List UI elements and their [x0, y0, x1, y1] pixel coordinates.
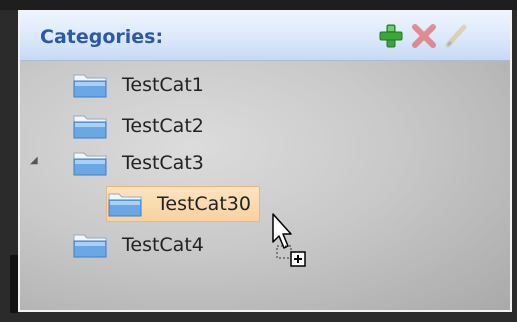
panel-title: Categories:: [40, 26, 164, 48]
tree-item-selected[interactable]: TestCat30: [106, 186, 260, 222]
folder-icon: [73, 115, 107, 139]
tree-item-label: TestCat30: [157, 193, 251, 215]
plus-icon: [379, 24, 403, 48]
delete-category-button[interactable]: [409, 20, 439, 52]
tree-item[interactable]: TestCat3: [72, 146, 204, 180]
folder-icon: [108, 193, 142, 217]
tree-item[interactable]: TestCat1: [72, 68, 204, 102]
tree-item-label: TestCat3: [122, 152, 204, 174]
expand-toggle-icon[interactable]: ◢: [30, 155, 38, 166]
frame-top-edge: [0, 0, 517, 10]
tree-item-label: TestCat1: [122, 74, 204, 96]
x-icon: [412, 24, 436, 48]
pencil-icon: [445, 24, 467, 48]
drag-copy-cursor-icon: [272, 213, 306, 267]
folder-icon: [73, 234, 107, 258]
panel-header: Categories:: [20, 12, 510, 61]
folder-icon: [73, 152, 107, 176]
left-rail: [10, 255, 18, 313]
tree-item[interactable]: TestCat2: [72, 109, 204, 143]
folder-icon: [73, 74, 107, 98]
add-category-button[interactable]: [376, 20, 406, 52]
tree-item-label: TestCat2: [122, 115, 204, 137]
tree-item[interactable]: TestCat4: [72, 228, 204, 262]
edit-category-button[interactable]: [441, 20, 471, 52]
tree-item-label: TestCat4: [122, 234, 204, 256]
